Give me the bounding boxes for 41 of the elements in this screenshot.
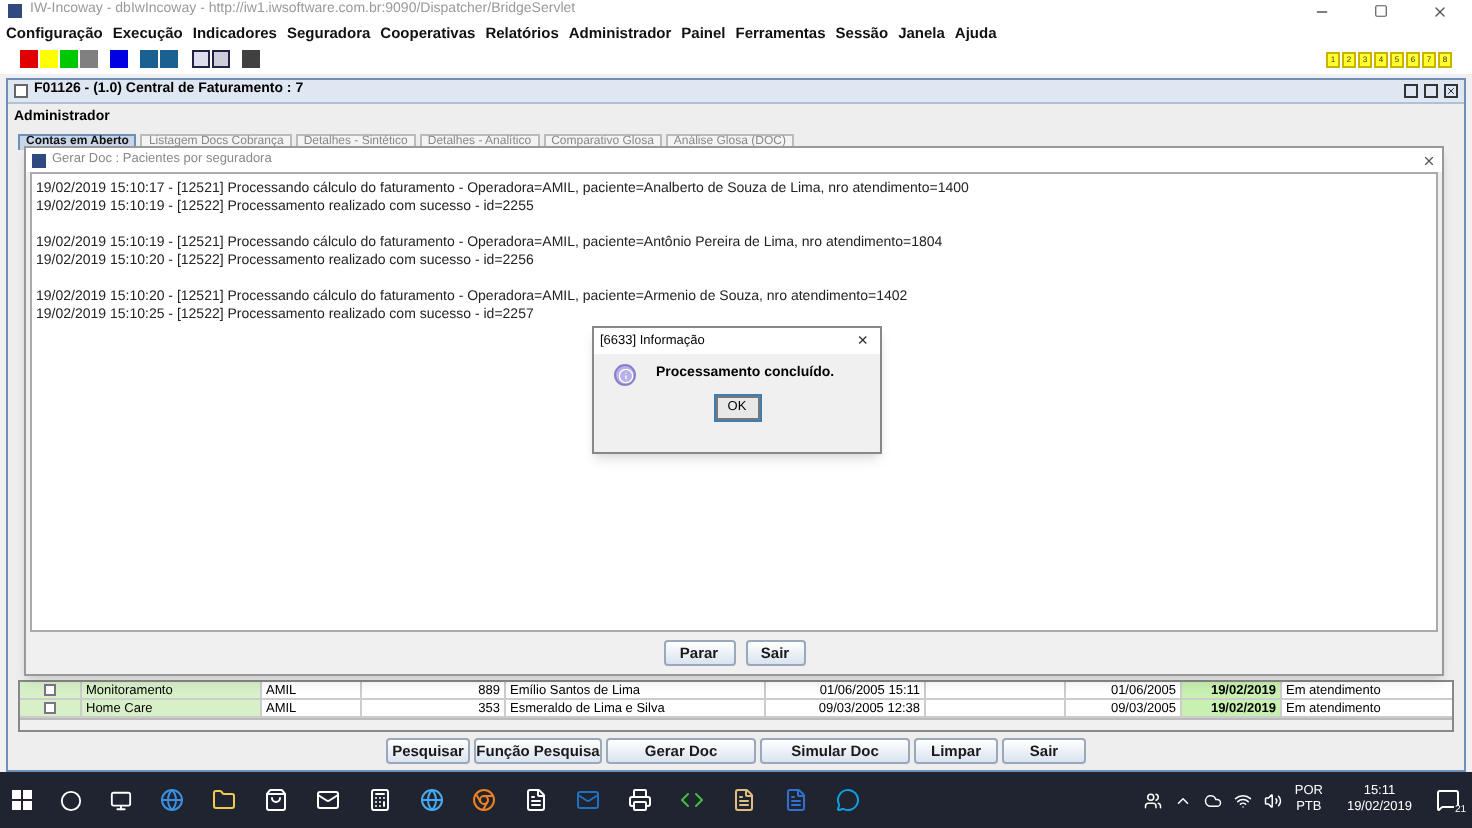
frame-icon bbox=[14, 84, 28, 98]
color-swatch-button[interactable] bbox=[80, 50, 98, 68]
code-editor-icon[interactable] bbox=[680, 788, 704, 812]
row-checkbox[interactable] bbox=[44, 684, 56, 696]
cloud-icon[interactable] bbox=[1204, 791, 1223, 809]
task-view-icon[interactable] bbox=[110, 789, 132, 811]
row-checkbox[interactable] bbox=[44, 702, 56, 714]
printer-icon[interactable] bbox=[628, 788, 652, 812]
shopping-bag-icon[interactable] bbox=[264, 788, 288, 812]
word-document-icon[interactable] bbox=[784, 788, 808, 812]
chat-icon[interactable] bbox=[836, 788, 860, 812]
color-swatch-button[interactable] bbox=[140, 50, 158, 68]
minimize-frame-icon[interactable] bbox=[1404, 84, 1418, 98]
close-button[interactable]: × bbox=[857, 332, 874, 350]
dialog-app-icon bbox=[32, 153, 46, 167]
close-icon[interactable] bbox=[1422, 153, 1436, 167]
globe-icon[interactable] bbox=[420, 788, 444, 812]
info-icon bbox=[614, 364, 636, 386]
close-frame-icon[interactable] bbox=[1444, 84, 1458, 98]
tile-windows-icon[interactable] bbox=[212, 50, 230, 68]
folder-icon[interactable] bbox=[212, 788, 236, 812]
cascade-windows-icon[interactable] bbox=[192, 50, 210, 68]
windows-logo-icon[interactable] bbox=[12, 790, 32, 810]
document-icon[interactable] bbox=[732, 788, 756, 812]
close-icon[interactable] bbox=[1432, 3, 1448, 19]
color-swatch-button[interactable] bbox=[160, 50, 178, 68]
maximize-frame-icon[interactable] bbox=[1424, 84, 1438, 98]
color-swatch-button[interactable] bbox=[60, 50, 78, 68]
color-swatch-button[interactable] bbox=[242, 50, 260, 68]
calculator-icon[interactable] bbox=[368, 788, 392, 812]
color-swatch-button[interactable] bbox=[40, 50, 58, 68]
color-swatch-button[interactable] bbox=[20, 50, 38, 68]
globe-icon[interactable] bbox=[160, 788, 184, 812]
browser-icon[interactable] bbox=[472, 788, 496, 812]
volume-icon[interactable] bbox=[1264, 791, 1283, 809]
app-logo-icon bbox=[8, 4, 22, 18]
people-icon[interactable] bbox=[1144, 791, 1163, 809]
network-icon[interactable] bbox=[1234, 791, 1253, 809]
maximize-icon[interactable] bbox=[1374, 3, 1388, 17]
search-icon[interactable] bbox=[60, 789, 82, 811]
color-swatch-button[interactable] bbox=[110, 50, 128, 68]
